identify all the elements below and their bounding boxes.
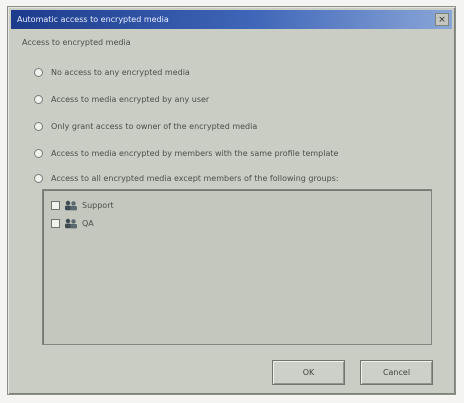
option-label: Access to media encrypted by members wit…: [51, 148, 339, 158]
group-checkbox[interactable]: [51, 218, 60, 228]
radio-button[interactable]: [34, 94, 43, 104]
group-checkbox[interactable]: [51, 200, 60, 210]
access-group-label: Access to encrypted media: [22, 38, 131, 47]
user-group-icon: [64, 200, 78, 211]
close-button[interactable]: ×: [435, 13, 449, 26]
radio-button[interactable]: [34, 121, 43, 131]
option-label: Access to all encrypted media except mem…: [51, 173, 339, 183]
option-label: No access to any encrypted media: [51, 67, 190, 77]
radio-button[interactable]: [34, 173, 43, 183]
group-name: QA: [82, 218, 94, 228]
user-group-icon: [64, 218, 78, 229]
option-no-access[interactable]: No access to any encrypted media: [34, 64, 190, 80]
title-bar[interactable]: Automatic access to encrypted media ×: [11, 10, 452, 29]
option-label: Access to media encrypted by any user: [51, 94, 210, 104]
option-all-except-groups[interactable]: Access to all encrypted media except mem…: [34, 170, 339, 186]
list-item[interactable]: QA: [51, 216, 94, 230]
ok-button[interactable]: OK: [272, 360, 345, 385]
list-item[interactable]: Support: [51, 198, 114, 212]
option-owner-only[interactable]: Only grant access to owner of the encryp…: [34, 118, 257, 134]
option-label: Only grant access to owner of the encryp…: [51, 121, 258, 131]
group-name: Support: [82, 200, 114, 210]
dialog-title: Automatic access to encrypted media: [17, 15, 169, 24]
radio-button[interactable]: [34, 67, 43, 77]
option-any-user[interactable]: Access to media encrypted by any user: [34, 91, 209, 107]
option-same-profile[interactable]: Access to media encrypted by members wit…: [34, 145, 338, 161]
cancel-button[interactable]: Cancel: [360, 360, 433, 385]
excluded-groups-list[interactable]: Support QA: [42, 189, 432, 345]
radio-button[interactable]: [34, 148, 43, 158]
